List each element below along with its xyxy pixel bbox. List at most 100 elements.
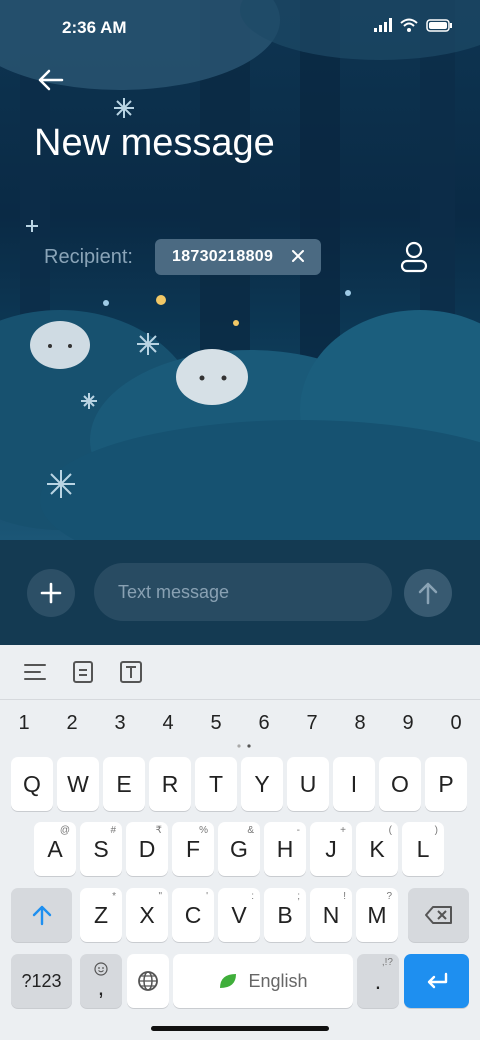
letter-key[interactable]: ' C xyxy=(172,888,214,942)
number-key[interactable]: 0 xyxy=(444,712,468,735)
text-format-icon[interactable] xyxy=(118,659,144,685)
letter-key[interactable]: U xyxy=(287,757,329,811)
key-hint: : xyxy=(251,891,254,902)
letter-key[interactable]: (K xyxy=(356,822,398,876)
number-key[interactable]: 5 xyxy=(204,712,228,735)
symbols-key[interactable]: ?123 xyxy=(11,954,72,1008)
letter-key[interactable]: & G xyxy=(218,822,260,876)
language-key[interactable] xyxy=(127,954,169,1008)
key-hint: & xyxy=(247,825,254,836)
letter-key[interactable]: W xyxy=(57,757,99,811)
letter-key[interactable]: ! N xyxy=(310,888,352,942)
letter-key[interactable]: T xyxy=(195,757,237,811)
number-key[interactable]: 3 xyxy=(108,712,132,735)
page-title: New message xyxy=(34,122,275,164)
comma-label: , xyxy=(97,973,105,1000)
letter-key[interactable]: + J xyxy=(310,822,352,876)
letter-key[interactable]: -H xyxy=(264,822,306,876)
letter-key[interactable]: Y xyxy=(241,757,283,811)
key-label: Z xyxy=(93,901,109,928)
letter-key[interactable]: :V xyxy=(218,888,260,942)
letter-key[interactable]: # S xyxy=(80,822,122,876)
letter-key[interactable]: R xyxy=(149,757,191,811)
key-label: H xyxy=(276,835,294,862)
key-label: I xyxy=(350,770,358,797)
back-arrow-icon[interactable] xyxy=(34,62,70,98)
status-time: 2:36 AM xyxy=(62,18,127,37)
key-hint: % xyxy=(199,825,208,836)
key-label: D xyxy=(138,835,156,862)
letter-key[interactable]: " X xyxy=(126,888,168,942)
key-label: L xyxy=(416,835,430,862)
recipient-chip[interactable]: 18730218809 xyxy=(155,239,321,275)
letter-key[interactable]: Q xyxy=(11,757,53,811)
recipient-chip-number: 18730218809 xyxy=(172,248,274,265)
key-label: K xyxy=(369,835,385,862)
period-hint: ,!? xyxy=(381,957,393,968)
home-indicator[interactable] xyxy=(151,1026,329,1031)
key-hint: @ xyxy=(59,825,70,836)
letter-key[interactable]: ) L xyxy=(402,822,444,876)
clipboard-icon[interactable] xyxy=(70,659,96,685)
leaf-icon xyxy=(220,974,237,988)
key-label: B xyxy=(277,901,293,928)
key-hint: + xyxy=(340,825,346,836)
key-hint: # xyxy=(110,825,116,836)
signal-icon xyxy=(374,18,392,32)
letter-key[interactable]: I xyxy=(333,757,375,811)
letter-key[interactable]: * Z xyxy=(80,888,122,942)
key-hint: ) xyxy=(434,825,438,836)
space-key-label: English xyxy=(248,970,308,991)
comma-emoji-key[interactable]: , xyxy=(80,954,122,1008)
number-key[interactable]: 8 xyxy=(348,712,372,735)
remove-recipient-icon[interactable] xyxy=(289,247,307,265)
key-hint: ; xyxy=(297,891,300,902)
menu-lines-icon[interactable] xyxy=(22,659,48,685)
number-key[interactable]: 2 xyxy=(60,712,84,735)
add-attachment-button[interactable] xyxy=(27,569,75,617)
enter-key[interactable] xyxy=(404,954,469,1008)
shift-key[interactable] xyxy=(11,888,72,942)
number-key[interactable]: 7 xyxy=(300,712,324,735)
space-key[interactable]: English xyxy=(173,954,353,1008)
key-label: E xyxy=(116,770,132,797)
letter-key[interactable]: ₹ D xyxy=(126,822,168,876)
key-label: F xyxy=(185,835,201,862)
backspace-key[interactable] xyxy=(408,888,469,942)
message-input[interactable] xyxy=(94,563,392,621)
letter-key[interactable]: E xyxy=(103,757,145,811)
letter-key[interactable]: ; B xyxy=(264,888,306,942)
key-hint: " xyxy=(158,891,162,902)
letter-key[interactable]: % F xyxy=(172,822,214,876)
key-label: X xyxy=(139,901,155,928)
key-hint: ( xyxy=(388,825,392,836)
keyboard: 1234567890 QWERTYUIOP @ A # S ₹ D% F & G - H + J(K) L… xyxy=(0,700,480,1040)
key-label: N xyxy=(322,901,340,928)
key-label: U xyxy=(299,770,317,797)
page-dots xyxy=(237,744,251,748)
key-label: A xyxy=(47,835,63,862)
letter-key[interactable]: @ A xyxy=(34,822,76,876)
period-key[interactable]: ,!? . xyxy=(357,954,399,1008)
contact-picker-icon[interactable] xyxy=(398,240,430,274)
key-label: O xyxy=(391,770,409,797)
letter-key[interactable]: ? M xyxy=(356,888,398,942)
recipient-label: Recipient: xyxy=(44,246,133,268)
compose-bar xyxy=(0,540,480,645)
number-key[interactable]: 1 xyxy=(12,712,36,735)
arrow-up-icon xyxy=(418,582,438,605)
key-label: R xyxy=(161,770,179,797)
send-button[interactable] xyxy=(404,569,452,617)
number-key[interactable]: 6 xyxy=(252,712,276,735)
number-key[interactable]: 9 xyxy=(396,712,420,735)
key-label: T xyxy=(208,770,224,797)
status-bar: 2:36 AM xyxy=(0,0,480,56)
symbols-key-label: ?123 xyxy=(21,970,62,991)
number-key[interactable]: 4 xyxy=(156,712,180,735)
letter-key[interactable]: O xyxy=(379,757,421,811)
letter-key[interactable]: P xyxy=(425,757,467,811)
key-label: J xyxy=(325,835,337,862)
key-hint: ' xyxy=(206,891,208,902)
emoji-icon xyxy=(94,962,108,976)
globe-icon xyxy=(138,971,158,991)
